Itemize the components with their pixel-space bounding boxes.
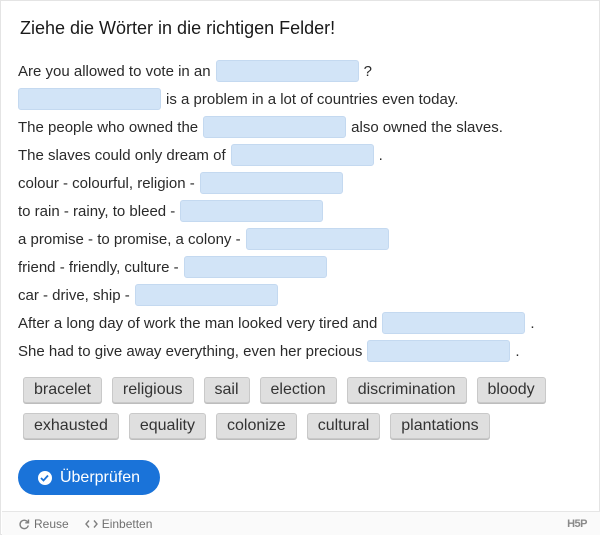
- reuse-link[interactable]: Reuse: [18, 517, 69, 531]
- drop-zone-6[interactable]: [180, 200, 324, 222]
- sentences-area: Are you allowed to vote in an ? is a pro…: [18, 57, 588, 365]
- sentence-6: to rain - rainy, to bleed -: [18, 197, 588, 225]
- drop-zone-3[interactable]: [203, 116, 347, 138]
- draggable-word[interactable]: cultural: [306, 413, 381, 439]
- sentence-1: Are you allowed to vote in an ?: [18, 57, 588, 85]
- draggable-word[interactable]: election: [259, 377, 337, 403]
- sentence-text-after: is a problem in a lot of countries even …: [166, 90, 459, 108]
- drop-zone-10[interactable]: [382, 312, 526, 334]
- sentence-3: The people who owned the also owned the …: [18, 113, 588, 141]
- drop-zone-5[interactable]: [199, 172, 343, 194]
- sentence-9: car - drive, ship -: [18, 281, 588, 309]
- check-button[interactable]: Überprüfen: [18, 460, 160, 495]
- footer-bar: Reuse Einbetten H5P: [2, 511, 600, 535]
- draggable-word[interactable]: colonize: [216, 413, 297, 439]
- drop-zone-11[interactable]: [367, 340, 511, 362]
- h5p-content-frame: Ziehe die Wörter in die richtigen Felder…: [0, 0, 600, 535]
- reuse-label: Reuse: [34, 516, 69, 531]
- embed-link[interactable]: Einbetten: [84, 516, 153, 531]
- sentence-10: After a long day of work the man looked …: [18, 309, 588, 337]
- word-bank: bracelet religious sail election discrim…: [23, 377, 583, 449]
- sentence-text-before: The slaves could only dream of: [18, 146, 226, 164]
- draggable-word[interactable]: sail: [203, 377, 250, 403]
- word-bank-row: exhausted equality colonize cultural pla…: [23, 413, 583, 439]
- sentence-text-after: .: [378, 146, 383, 164]
- draggable-word[interactable]: bloody: [476, 377, 546, 403]
- draggable-word[interactable]: plantations: [390, 413, 490, 439]
- sentence-8: friend - friendly, culture -: [18, 253, 588, 281]
- draggable-word[interactable]: religious: [111, 377, 194, 403]
- reuse-icon: [19, 519, 30, 529]
- sentence-text-before: colour - colourful, religion -: [18, 174, 195, 192]
- check-button-label: Überprüfen: [59, 468, 141, 486]
- sentence-text-before: to rain - rainy, to bleed -: [18, 202, 176, 220]
- draggable-word[interactable]: equality: [128, 413, 206, 439]
- drop-zone-9[interactable]: [134, 284, 278, 306]
- sentence-7: a promise - to promise, a colony -: [18, 225, 588, 253]
- drop-zone-1[interactable]: [215, 60, 359, 82]
- draggable-word[interactable]: exhausted: [23, 413, 119, 439]
- sentence-11: She had to give away everything, even he…: [18, 337, 588, 365]
- word-bank-row: bracelet religious sail election discrim…: [23, 377, 583, 403]
- sentence-2: is a problem in a lot of countries even …: [18, 85, 588, 113]
- sentence-text-before: Are you allowed to vote in an: [18, 62, 211, 80]
- sentence-text-before: car - drive, ship -: [18, 286, 130, 304]
- code-icon: [84, 519, 98, 528]
- sentence-text-after: .: [515, 342, 520, 360]
- sentence-text-after: ?: [363, 62, 372, 80]
- drop-zone-7[interactable]: [245, 228, 389, 250]
- drop-zone-4[interactable]: [230, 144, 374, 166]
- embed-label: Einbetten: [101, 516, 153, 531]
- sentence-text-after: also owned the slaves.: [351, 118, 503, 136]
- sentence-text-before: The people who owned the: [18, 118, 199, 136]
- sentence-text-before: friend - friendly, culture -: [18, 258, 179, 276]
- sentence-text-before: She had to give away everything, even he…: [18, 342, 363, 360]
- sentence-4: The slaves could only dream of .: [18, 141, 588, 169]
- drop-zone-8[interactable]: [183, 256, 327, 278]
- sentence-5: colour - colourful, religion -: [18, 169, 588, 197]
- check-circle-icon: [37, 470, 52, 485]
- sentence-text-before: After a long day of work the man looked …: [18, 314, 378, 332]
- draggable-word[interactable]: bracelet: [23, 377, 102, 403]
- sentence-text-after: .: [530, 314, 535, 332]
- draggable-word[interactable]: discrimination: [346, 377, 467, 403]
- drop-zone-2[interactable]: [18, 88, 161, 110]
- sentence-text-before: a promise - to promise, a colony -: [18, 230, 241, 248]
- h5p-logo[interactable]: H5P: [567, 518, 587, 530]
- task-title: Ziehe die Wörter in die richtigen Felder…: [20, 18, 336, 38]
